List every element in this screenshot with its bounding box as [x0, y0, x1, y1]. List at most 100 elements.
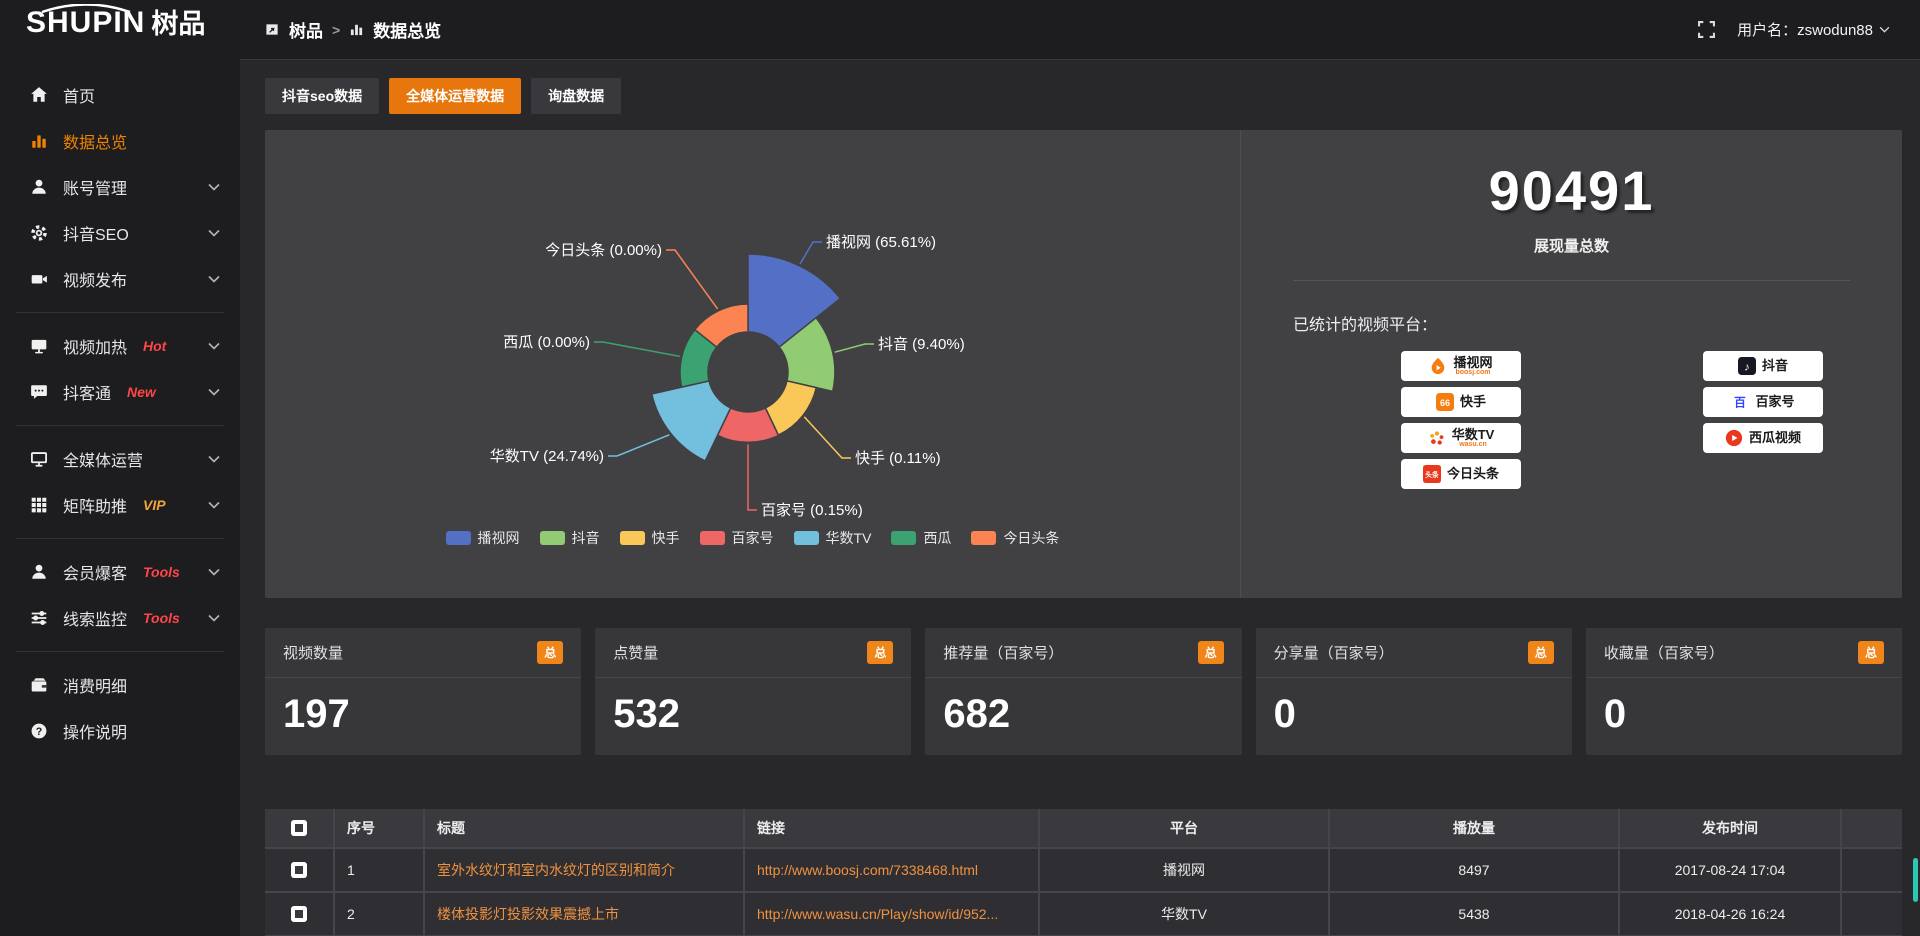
video-url-link[interactable]: http://www.boosj.com/7338468.html — [745, 849, 1040, 893]
user-icon — [30, 178, 48, 196]
sidebar-item-douketong[interactable]: 抖客通 New — [0, 369, 240, 415]
pie-label-line — [835, 344, 874, 352]
pie-label: 快手 (0.11%) — [855, 450, 941, 467]
bar-chart-icon — [349, 22, 364, 37]
impressions-total-value: 90491 — [1241, 158, 1902, 223]
platform-share-chart[interactable]: 播视网 (65.61%)抖音 (9.40%)快手 (0.11%)百家号 (0.1… — [265, 130, 1240, 598]
tab-omni-media[interactable]: 全媒体运营数据 — [389, 78, 521, 114]
platform-badge-douyin: ♪ 抖音 — [1703, 351, 1823, 381]
platform-badge-kuaishou: 66 快手 — [1401, 387, 1521, 417]
sidebar-item-label: 矩阵助推 — [63, 493, 127, 517]
pie-label: 今日头条 (0.00%) — [545, 242, 662, 259]
data-tabs: 抖音seo数据 全媒体运营数据 询盘数据 — [265, 78, 1902, 114]
pie-label: 抖音 (9.40%) — [878, 336, 965, 353]
sidebar-item-data-overview[interactable]: 数据总览 — [0, 118, 240, 164]
logo-text-cn: 树品 — [151, 10, 205, 38]
sidebar-item-label: 视频发布 — [63, 267, 127, 291]
home-icon — [30, 86, 48, 104]
legend-item[interactable]: 百家号 — [700, 528, 774, 548]
sidebar-item-video-heat[interactable]: 视频加热 Hot — [0, 323, 240, 369]
stat-card-shares: 分享量（百家号）总 0 — [1256, 628, 1572, 755]
platform-badge-baijiahao: 百 百家号 — [1703, 387, 1823, 417]
select-all-checkbox[interactable] — [291, 820, 307, 836]
col-plays: 播放量 — [1330, 809, 1620, 849]
user-menu[interactable]: 用户名：zswodun88 — [1737, 19, 1890, 40]
sidebar-item-label: 视频加热 — [63, 334, 127, 358]
stat-value: 682 — [925, 678, 1241, 755]
platform-badge-xigua: 西瓜视频 — [1703, 423, 1823, 453]
chevron-down-icon — [208, 501, 220, 509]
legend-item[interactable]: 今日头条 — [971, 528, 1059, 548]
row-checkbox[interactable] — [291, 906, 307, 922]
sidebar-item-home[interactable]: 首页 — [0, 72, 240, 118]
wasu-logo-icon — [1428, 429, 1446, 447]
wallet-icon — [30, 676, 48, 694]
legend-swatch — [446, 531, 471, 545]
svg-text:♪: ♪ — [1744, 362, 1750, 374]
sidebar-item-video-publish[interactable]: 视频发布 — [0, 256, 240, 302]
main-content: 抖音seo数据 全媒体运营数据 询盘数据 播视网 (65.61%)抖音 (9.4… — [240, 0, 1920, 936]
row-checkbox[interactable] — [291, 862, 307, 878]
pie-label: 西瓜 (0.00%) — [503, 334, 590, 351]
chat-icon — [30, 383, 48, 401]
sidebar-item-omni-media[interactable]: 全媒体运营 — [0, 436, 240, 482]
xigua-logo-icon — [1725, 429, 1743, 447]
baijiahao-logo-icon: 百 — [1731, 393, 1749, 411]
legend-item[interactable]: 西瓜 — [891, 528, 951, 548]
sidebar-item-member-burst[interactable]: 会员爆客 Tools — [0, 549, 240, 595]
sidebar-item-help[interactable]: ? 操作说明 — [0, 708, 240, 754]
col-platform: 平台 — [1040, 809, 1330, 849]
total-badge: 总 — [867, 641, 893, 664]
tab-douyin-seo[interactable]: 抖音seo数据 — [265, 78, 379, 114]
breadcrumb-separator: > — [332, 22, 340, 38]
question-icon: ? — [30, 722, 48, 740]
app-logo[interactable]: SHUPIN 树品 — [0, 0, 240, 62]
video-title-link[interactable]: 楼体投影灯投影效果震撼上市 — [425, 893, 745, 936]
chevron-down-icon — [208, 342, 220, 350]
sidebar-item-account[interactable]: 账号管理 — [0, 164, 240, 210]
legend-item[interactable]: 播视网 — [446, 528, 520, 548]
stat-value: 532 — [595, 678, 911, 755]
legend-item[interactable]: 华数TV — [794, 528, 872, 548]
breadcrumb-home[interactable]: 树品 — [289, 17, 323, 42]
pie-label-line — [748, 444, 757, 510]
sidebar-item-matrix-boost[interactable]: 矩阵助推 VIP — [0, 482, 240, 528]
sidebar-divider — [16, 538, 224, 539]
legend-item[interactable]: 快手 — [620, 528, 680, 548]
chart-legend: 播视网 抖音 快手 百家号 华数TV 西瓜 今日头条 — [265, 528, 1240, 548]
chevron-down-icon — [208, 455, 220, 463]
total-badge: 总 — [537, 641, 563, 664]
sidebar-item-douyin-seo[interactable]: 抖音SEO — [0, 210, 240, 256]
legend-swatch — [794, 531, 819, 545]
sidebar-item-lead-monitor[interactable]: 线索监控 Tools — [0, 595, 240, 641]
rose-pie-chart[interactable]: 播视网 (65.61%)抖音 (9.40%)快手 (0.11%)百家号 (0.1… — [265, 130, 1240, 596]
video-url-link[interactable]: http://www.wasu.cn/Play/show/id/952... — [745, 893, 1040, 936]
sidebar-item-label: 操作说明 — [63, 719, 127, 743]
sidebar-item-label: 首页 — [63, 83, 95, 107]
chevron-down-icon — [208, 614, 220, 622]
col-link: 链接 — [745, 809, 1040, 849]
breadcrumb-page[interactable]: 数据总览 — [373, 17, 441, 42]
chevron-down-icon — [208, 229, 220, 237]
new-badge: New — [127, 384, 156, 400]
sidebar-item-label: 账号管理 — [63, 175, 127, 199]
col-title: 标题 — [425, 809, 745, 849]
tools-badge: Tools — [143, 610, 180, 626]
legend-item[interactable]: 抖音 — [540, 528, 600, 548]
legend-swatch — [891, 531, 916, 545]
video-title-link[interactable]: 室外水纹灯和室内水纹灯的区别和简介 — [425, 849, 745, 893]
member-icon — [30, 563, 48, 581]
legend-swatch — [540, 531, 565, 545]
chevron-down-icon — [208, 388, 220, 396]
legend-swatch — [700, 531, 725, 545]
pie-label-line — [804, 417, 851, 458]
sidebar-item-spend-detail[interactable]: 消费明细 — [0, 662, 240, 708]
scrollbar-thumb[interactable] — [1913, 858, 1918, 902]
pie-slice[interactable] — [652, 381, 731, 461]
sliders-icon — [30, 609, 48, 627]
fullscreen-icon[interactable] — [1698, 21, 1715, 38]
toutiao-logo-icon: 头条 — [1423, 465, 1441, 483]
tools-badge: Tools — [143, 564, 180, 580]
tab-inquiry[interactable]: 询盘数据 — [531, 78, 621, 114]
videos-table: 序号 标题 链接 平台 播放量 发布时间 1 室外水纹灯和室内水纹灯的区别和简介… — [265, 809, 1902, 936]
